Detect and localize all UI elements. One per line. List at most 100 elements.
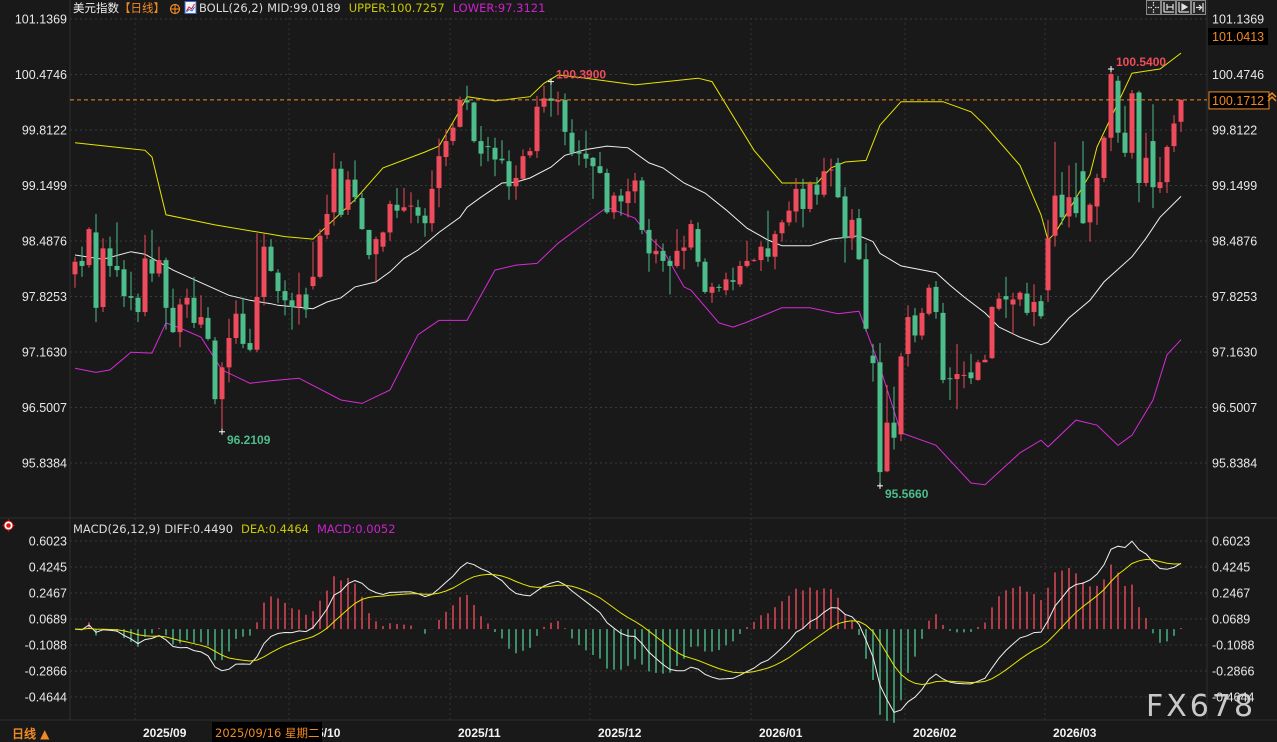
macd-axis-label-left: 0.6023 [29, 535, 67, 549]
candle-body [170, 307, 176, 333]
candle-body [478, 141, 484, 154]
price-axis-label-left: 101.1369 [15, 13, 67, 27]
time-axis-label: 2026/03 [1053, 726, 1097, 740]
price-axis-label-right: 99.1499 [1212, 179, 1257, 193]
instrument-name: 美元指数 [73, 1, 119, 15]
candle-body [387, 203, 393, 233]
candle-body [870, 355, 876, 364]
candle-body [121, 269, 127, 297]
current-price-tag: 100.1712 [1212, 94, 1264, 108]
candle-body [1122, 132, 1128, 153]
price-axis-label-left: 99.8122 [22, 124, 67, 138]
candle-body [492, 147, 498, 160]
price-axis-label-left: 97.1630 [22, 346, 67, 360]
candle-body [240, 313, 246, 344]
candle-body [611, 195, 617, 213]
candle-body [730, 280, 736, 282]
price-axis-label-right: 98.4876 [1212, 235, 1257, 249]
macd-value: MACD:0.0052 [317, 522, 396, 536]
candle-body [1164, 146, 1170, 183]
period-selector[interactable]: 日线 ▲ [12, 726, 50, 741]
macd-axis-label-right: 0.4245 [1212, 561, 1250, 575]
add-indicator-icon[interactable] [169, 3, 181, 15]
high-price-label: 100.5400 [1116, 55, 1166, 69]
candle-body [303, 294, 309, 310]
candle-body [1136, 92, 1142, 183]
candle-body [961, 374, 967, 376]
candle-body [1087, 204, 1093, 223]
candle-body [933, 286, 939, 313]
candle-body [625, 191, 631, 204]
crosshair-icon[interactable] [1146, 0, 1161, 15]
candle-body [667, 260, 673, 266]
candle-body [345, 179, 351, 210]
candle-down [702, 258, 708, 294]
candle-body [352, 179, 358, 198]
macd-axis-label-left: 0.4245 [29, 561, 67, 575]
candle-body [401, 207, 407, 211]
candle-body [765, 248, 771, 257]
candle-down [940, 302, 946, 384]
candle-body [212, 340, 218, 400]
candle-down [338, 161, 344, 218]
candle-down [471, 101, 477, 143]
candle-body [996, 298, 1002, 309]
candle-body [506, 161, 512, 187]
candle-body [982, 359, 988, 363]
candle-up [100, 238, 106, 313]
candle-body [485, 146, 491, 148]
candle-body [107, 248, 113, 266]
chart-canvas[interactable]: 96.2109 100.3900 95.5660 100.5400 101.1369 1… [0, 0, 1277, 742]
candle-body [275, 272, 281, 292]
macd-axis-label-left: -0.1088 [25, 638, 67, 652]
fit-range-icon[interactable] [1161, 0, 1176, 15]
candle-body [639, 180, 645, 230]
candle-body [233, 313, 239, 339]
candle-body [1150, 141, 1156, 188]
candle-body [863, 259, 869, 329]
candle-body [723, 279, 729, 291]
candle-body [695, 229, 701, 262]
candle-body [1178, 100, 1184, 122]
candle-body [772, 234, 778, 257]
candle-up [86, 227, 92, 268]
candle-down [1115, 75, 1121, 143]
low-price-label: 96.2109 [227, 433, 271, 447]
chart-header: 美元指数【日线】 [73, 1, 165, 15]
candle-body [86, 229, 92, 266]
macd-dea-value: DEA:0.4464 [241, 522, 309, 536]
candle-body [128, 296, 134, 298]
candle-up [926, 284, 932, 316]
price-axis-label-right: 97.8253 [1212, 290, 1257, 304]
candle-body [856, 218, 862, 260]
candle-body [1024, 293, 1030, 313]
candle-body [142, 258, 148, 313]
candle-body [653, 250, 659, 255]
candle-body [919, 312, 925, 336]
candle-body [716, 286, 722, 288]
candle-body [1115, 80, 1121, 133]
candle-body [429, 188, 435, 224]
candle-body [450, 127, 456, 142]
candle-up [989, 306, 995, 359]
candle-body [114, 265, 120, 271]
price-axis-label-right: 100.4746 [1212, 68, 1264, 82]
price-axis-label-left: 99.1499 [22, 179, 67, 193]
candle-body [576, 151, 582, 154]
candle-body [79, 260, 85, 266]
play-forward-icon[interactable] [1176, 0, 1191, 15]
price-axis-label-right: 99.8122 [1212, 124, 1257, 138]
jump-to-end-icon[interactable] [1191, 0, 1206, 15]
candle-body [940, 312, 946, 380]
candle-body [1017, 292, 1023, 300]
candle-body [618, 195, 624, 202]
candle-body [1073, 197, 1079, 214]
boll-indicator-icon[interactable] [184, 1, 197, 14]
candle-body [891, 422, 897, 438]
macd-axis-label-right: 0.0689 [1212, 613, 1250, 627]
time-axis-label: 2025/11 [458, 726, 501, 740]
candle-body [268, 246, 274, 271]
candle-body [744, 260, 750, 266]
candle-body [513, 177, 519, 187]
candle-body [156, 260, 162, 274]
